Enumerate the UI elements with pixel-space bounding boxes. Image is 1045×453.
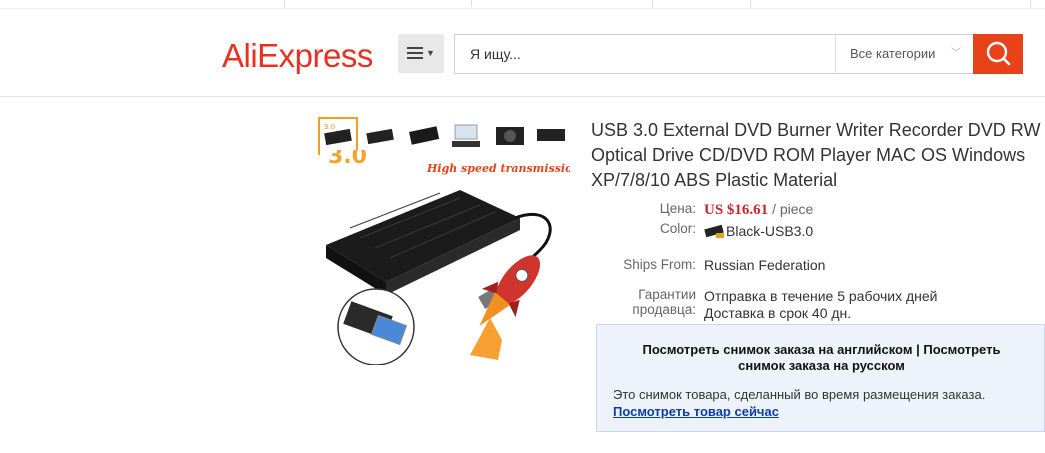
snapshot-english-link[interactable]: Посмотреть снимок заказа на английском [643, 342, 913, 357]
snapshot-note: Это снимок товара, сделанный во время ра… [613, 386, 1033, 420]
usb-version-label: 3.0 [328, 150, 367, 169]
snapshot-links: Посмотреть снимок заказа на английском |… [597, 342, 1045, 374]
search-icon [986, 41, 1011, 66]
ships-from-value: Russian Federation [704, 257, 826, 273]
ships-from-label: Ships From: [623, 257, 696, 272]
guarantee-label: Гарантии продавца: [606, 287, 696, 317]
color-value: Black-USB3.0 [726, 223, 814, 239]
guarantee-label-line-1: Гарантии [638, 287, 696, 302]
search-bar: Все категории ﹀ [454, 34, 974, 74]
category-select[interactable]: Все категории ﹀ [835, 35, 973, 73]
guarantee-delivery: Доставка в срок 40 дн. [704, 305, 852, 321]
price-unit: / piece [772, 201, 814, 217]
snapshot-note-text: Это снимок товара, сделанный во время ра… [613, 387, 986, 402]
product-title: USB 3.0 External DVD Burner Writer Recor… [591, 120, 1041, 190]
product-image[interactable]: 3.0 High speed transmission [320, 144, 580, 366]
snapshot-separator: | [916, 342, 920, 357]
snapshot-russian-link-2[interactable]: снимок заказа на русском [738, 358, 905, 373]
svg-text:3.0: 3.0 [324, 123, 335, 131]
caret-down-icon: ▼ [426, 48, 435, 58]
category-select-value: Все категории [850, 46, 936, 61]
price-value: US $16.61 / piece [704, 201, 813, 219]
guarantee-label-line-2: продавца: [632, 302, 696, 317]
color-option[interactable]: Black-USB3.0 [704, 221, 813, 241]
site-header: AliExpress ▼ Все категории ﹀ [0, 8, 1045, 97]
search-input[interactable] [455, 35, 840, 73]
image-banner-text: High speed transmission [426, 162, 570, 175]
view-product-now-link[interactable]: Посмотреть товар сейчас [613, 404, 779, 419]
order-snapshot-box: Посмотреть снимок заказа на английском |… [596, 324, 1045, 432]
color-swatch-thumbnail [704, 224, 724, 238]
guarantee-dispatch: Отправка в течение 5 рабочих дней [704, 288, 938, 304]
search-button[interactable] [973, 34, 1023, 74]
chevron-down-icon: ﹀ [951, 48, 961, 59]
price-amount: US $16.61 [704, 202, 769, 218]
price-label: Цена: [659, 201, 696, 216]
aliexpress-logo[interactable]: AliExpress [222, 37, 373, 75]
snapshot-russian-link-1[interactable]: Посмотреть [923, 342, 1000, 357]
color-label: Color: [659, 221, 696, 236]
guarantee-value: Отправка в течение 5 рабочих дней Достав… [704, 288, 937, 322]
category-menu-button[interactable]: ▼ [398, 34, 444, 73]
menu-icon [407, 47, 423, 62]
